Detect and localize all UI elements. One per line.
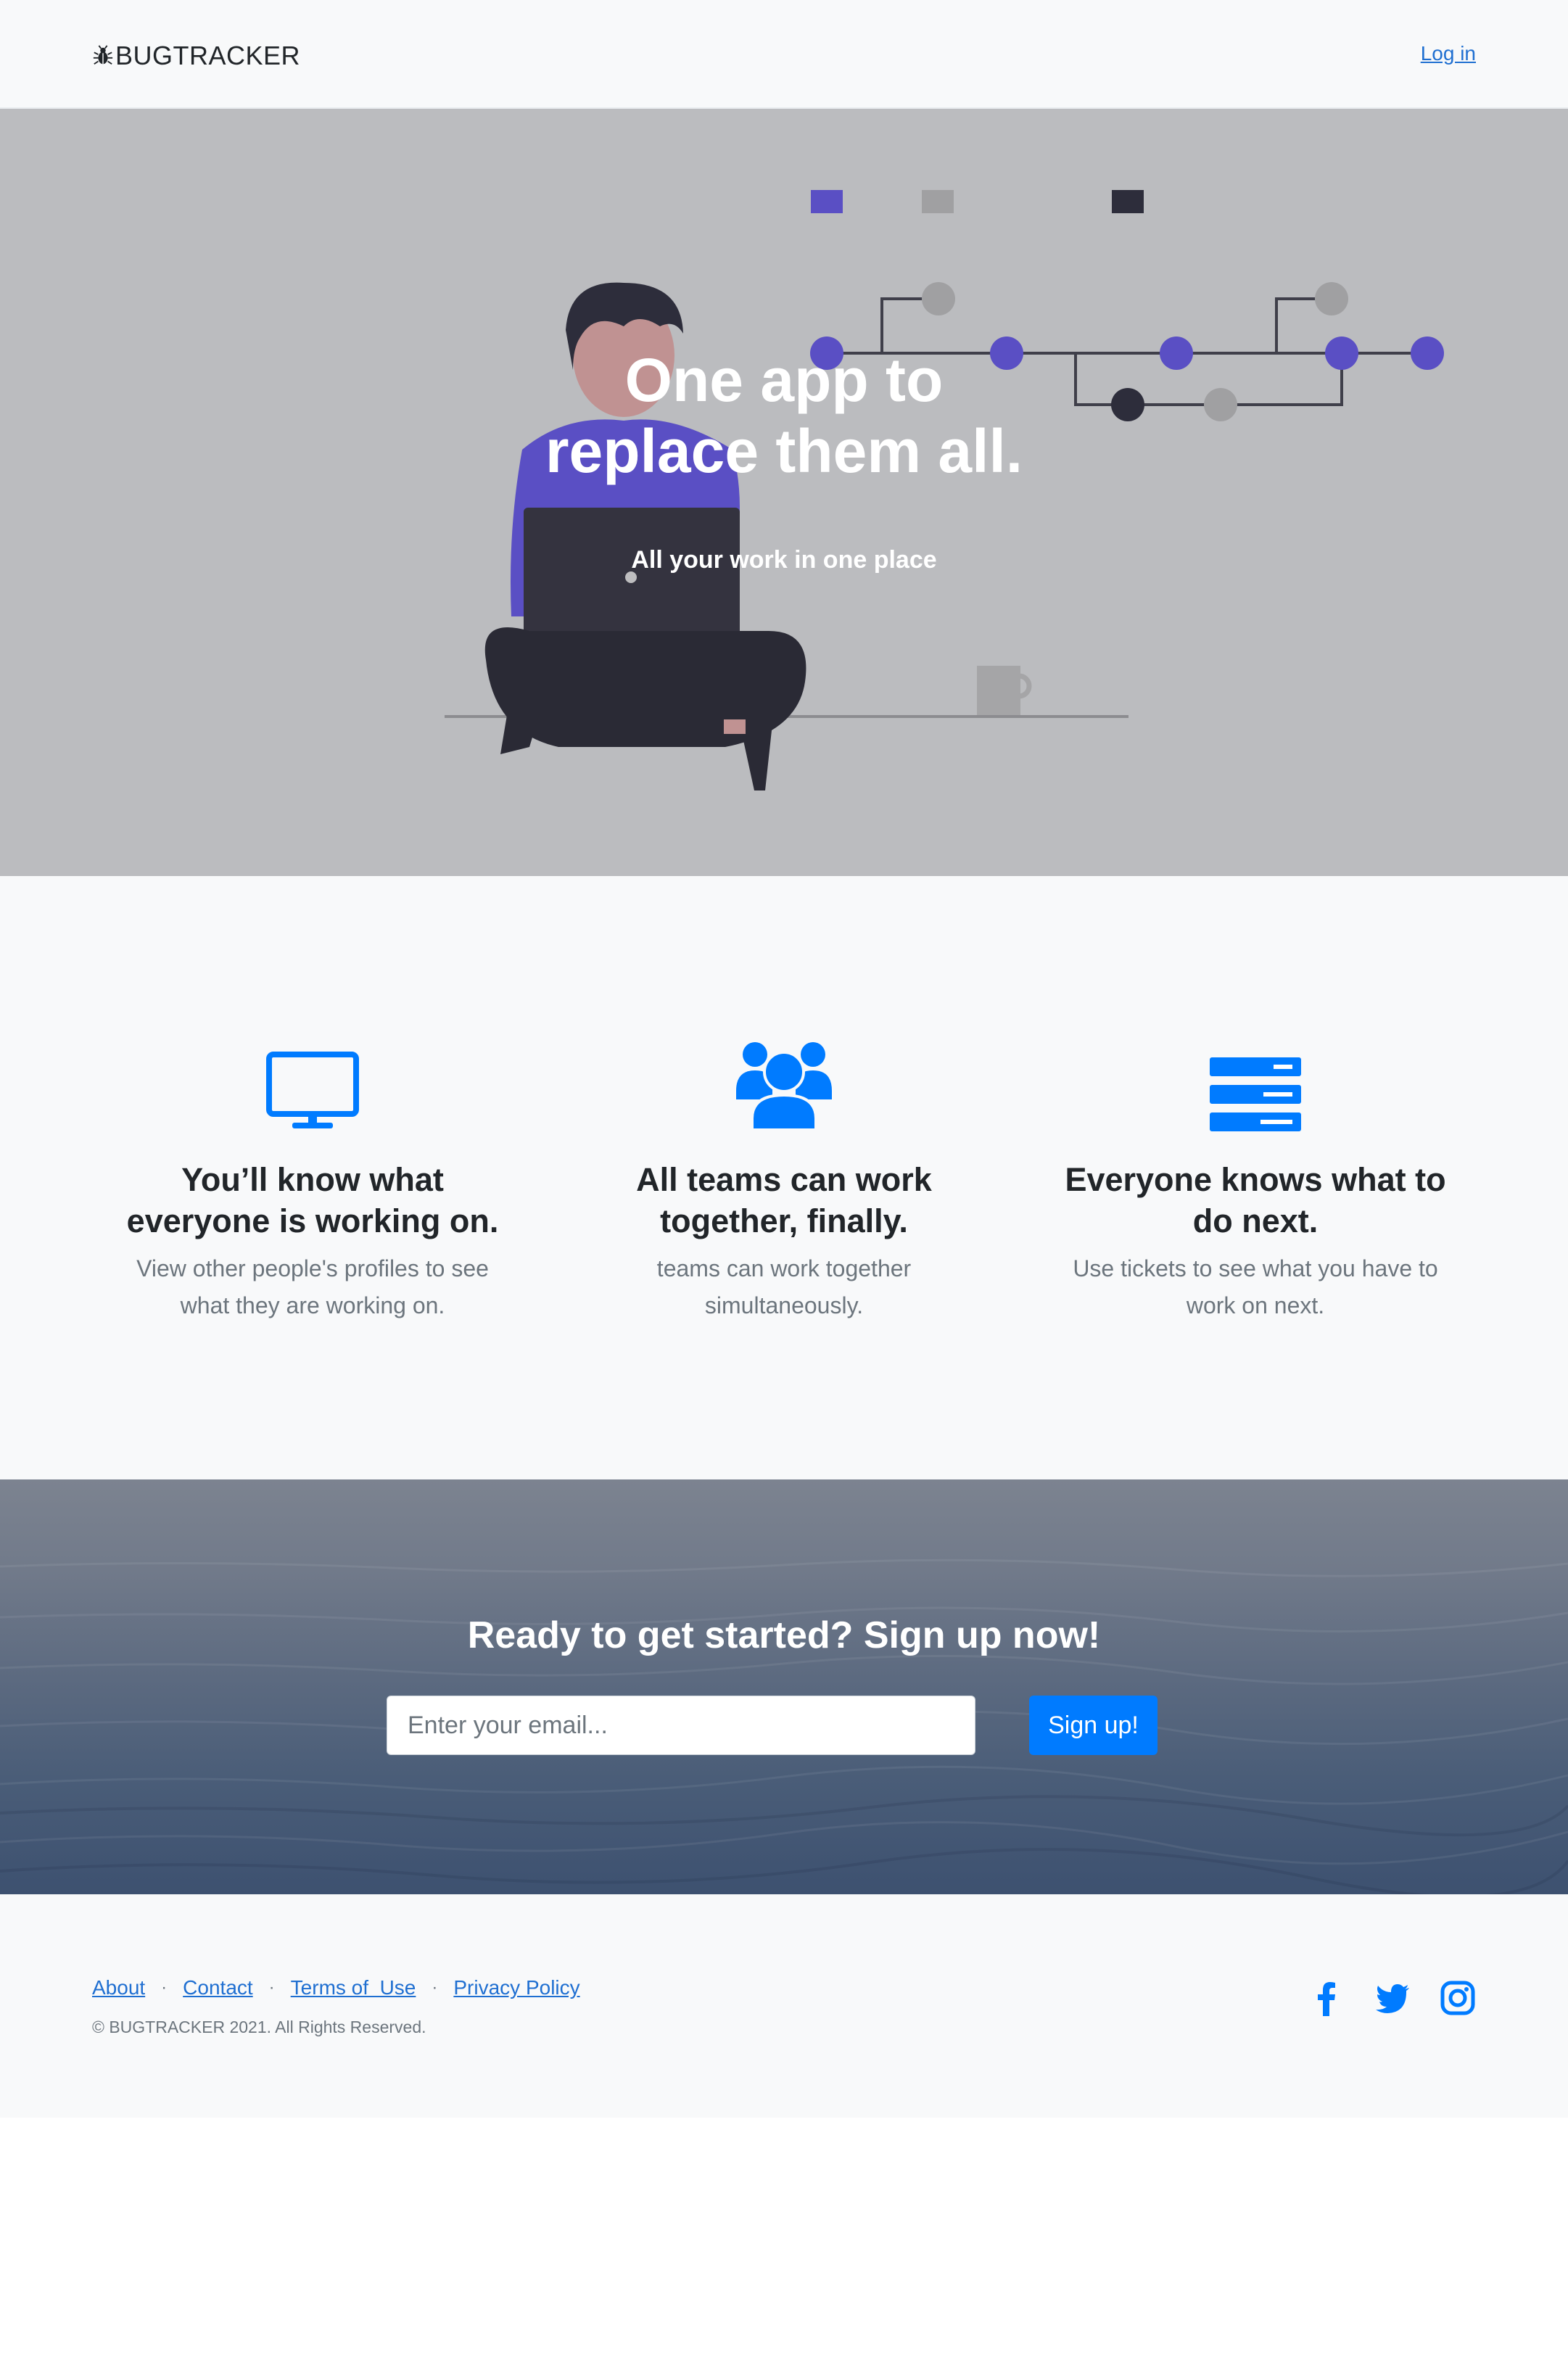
feature-title: Everyone knows what to do next. [1065,1161,1446,1239]
social-links [1309,1980,1476,2016]
instagram-icon[interactable] [1440,1980,1476,2016]
login-link[interactable]: Log in [1421,42,1476,65]
sea-background [0,1559,1568,1894]
hero-title-line-1: One app to [624,346,944,414]
separator: · [268,1978,275,1997]
footer-links: About · Contact · Terms of Use · Privacy… [92,1976,580,1999]
footer-link-terms[interactable]: Terms of Use [291,1976,416,1999]
feature-card-tickets: Everyone knows what to do next. Use tick… [1052,1036,1458,1324]
features-section: You’ll know what everyone is working on.… [0,876,1568,1479]
server-stack-icon [1210,1057,1301,1131]
footer-link-about[interactable]: About [92,1976,145,1999]
separator: · [432,1978,438,1997]
signup-heading: Ready to get started? Sign up now! [467,1614,1101,1656]
hero-section: One app to replace them all. All your wo… [0,109,1568,876]
hero-illustration [445,190,1444,790]
email-input[interactable] [387,1696,975,1755]
feature-card-teams: All teams can work together, finally. te… [581,1036,987,1324]
feature-text: Use tickets to see what you have to work… [1073,1255,1438,1318]
footer-link-privacy[interactable]: Privacy Policy [453,1976,579,1999]
desktop-icon [266,1052,359,1128]
facebook-icon[interactable] [1309,1980,1345,2016]
users-icon [736,1042,832,1131]
hero-subtitle: All your work in one place [631,546,937,574]
twitter-icon[interactable] [1374,1980,1411,2016]
navbar: BUGTRACKER Log in [0,0,1568,109]
copyright: © BUGTRACKER 2021. All Rights Reserved. [92,2018,426,2036]
feature-text: teams can work together simultaneously. [656,1255,912,1318]
bug-icon [93,45,113,65]
footer: About · Contact · Terms of Use · Privacy… [0,1894,1568,2118]
feature-card-profiles: You’ll know what everyone is working on.… [110,1036,516,1324]
brand[interactable]: BUGTRACKER [92,38,300,74]
feature-title: You’ll know what everyone is working on. [126,1161,499,1239]
signup-button[interactable]: Sign up! [1029,1696,1158,1755]
signup-section: Ready to get started? Sign up now! Sign … [0,1479,1568,1894]
footer-link-contact[interactable]: Contact [183,1976,253,1999]
separator: · [161,1978,168,1997]
brand-name: BUGTRACKER [115,41,301,70]
feature-title: All teams can work together, finally. [636,1161,932,1239]
feature-text: View other people's profiles to see what… [136,1255,489,1318]
hero-title: One app to replace them all. [0,344,1568,487]
hero-title-line-2: replace them all. [545,417,1023,485]
